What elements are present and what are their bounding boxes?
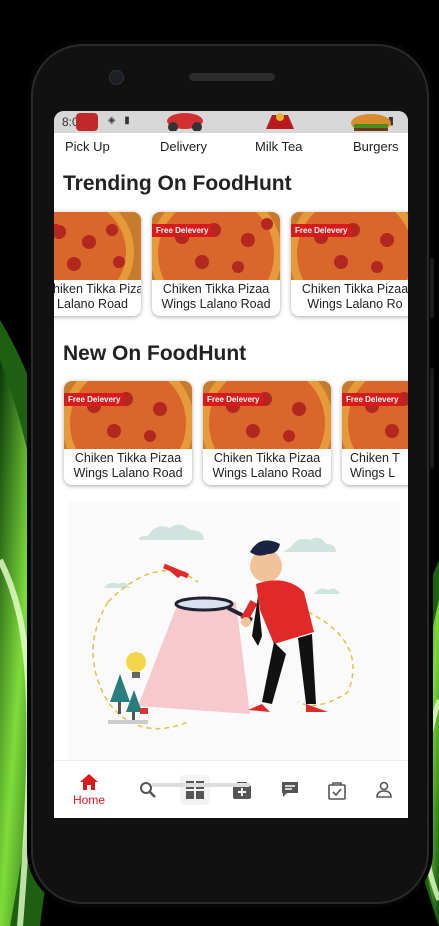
pizza-image (54, 212, 141, 280)
nav-messages[interactable] (278, 761, 302, 818)
new-card-3[interactable]: Free Delevery Chiken T Wings L (342, 381, 408, 485)
shopping-bag-check-icon (328, 782, 346, 800)
card-title: Chiken Tikka PizaaLalano Road (54, 282, 141, 311)
card-title: Chiken Tikka Pizaa Wings Lalano Road (161, 282, 271, 311)
new-card-2[interactable]: Free Delevery Chiken Tikka Pizaa Wings La… (203, 381, 331, 485)
nav-home[interactable]: Home (68, 761, 110, 818)
pizza-image (203, 381, 331, 449)
card-title: Chiken Tikka Pizaa Wings Lalano Road (73, 451, 183, 480)
new-card-1[interactable]: Free Delevery Chiken Tikka Pizaa Wings La… (64, 381, 192, 485)
free-delivery-badge: Free Delevery (203, 393, 264, 406)
nav-search[interactable] (136, 761, 160, 818)
category-bar: Pick Up Delivery Milk Tea Burgers (54, 139, 408, 157)
free-delivery-badge: Free Delevery (64, 393, 125, 406)
earpiece-speaker (189, 73, 275, 81)
chat-icon (282, 782, 298, 797)
card-title: Chiken T Wings L (350, 451, 400, 480)
free-delivery-badge: Free Delevery (152, 224, 213, 237)
pizza-image (342, 381, 408, 449)
category-pickup[interactable]: Pick Up (65, 139, 110, 154)
category-burgers[interactable]: Burgers (353, 139, 399, 154)
nav-home-label: Home (72, 793, 105, 807)
gesture-home-bar[interactable] (152, 783, 250, 787)
free-delivery-badge: Free Delevery (291, 224, 352, 237)
trending-card-2[interactable]: Free Delevery Chiken Tikka Pizaa Wings La… (152, 212, 280, 316)
front-camera (109, 70, 124, 85)
free-delivery-badge: Free Delevery (342, 393, 403, 406)
trending-title: Trending On FoodHunt (63, 172, 292, 195)
card-title: Chiken Tikka Pizaa Wings Lalano Ro (301, 282, 408, 311)
card-title: Chiken Tikka Pizaa Wings Lalano Road (212, 451, 322, 480)
delivery-category-image (167, 113, 203, 131)
volume-button (430, 368, 434, 468)
free-delivery-badge (54, 224, 58, 228)
pizza-image (291, 212, 408, 280)
category-milk-tea[interactable]: Milk Tea (255, 139, 302, 154)
burger-category-image (351, 114, 391, 131)
category-delivery[interactable]: Delivery (160, 139, 207, 154)
pizza-image (64, 381, 192, 449)
power-button (430, 258, 434, 318)
milktea-category-image (266, 113, 294, 129)
nav-categories[interactable] (180, 761, 210, 818)
trending-card-3[interactable]: Free Delevery Chiken Tikka Pizaa Wings La… (291, 212, 408, 316)
home-icon (80, 774, 98, 790)
nav-cart[interactable] (325, 761, 349, 818)
pickup-category-image (76, 113, 98, 131)
trending-card-1[interactable]: Chiken Tikka PizaaLalano Road (54, 212, 141, 316)
nav-profile[interactable] (372, 761, 396, 818)
bottom-navigation: Home (54, 760, 408, 818)
search-illustration (68, 502, 400, 760)
pizza-image (152, 212, 280, 280)
nav-add-order[interactable] (230, 761, 254, 818)
app-screen: 8:05 ⚙ ◈ ▮ ▼◢ ▮ Pick Up Delivery Milk Te… (54, 111, 408, 818)
new-title: New On FoodHunt (63, 342, 247, 365)
person-icon (376, 781, 392, 798)
